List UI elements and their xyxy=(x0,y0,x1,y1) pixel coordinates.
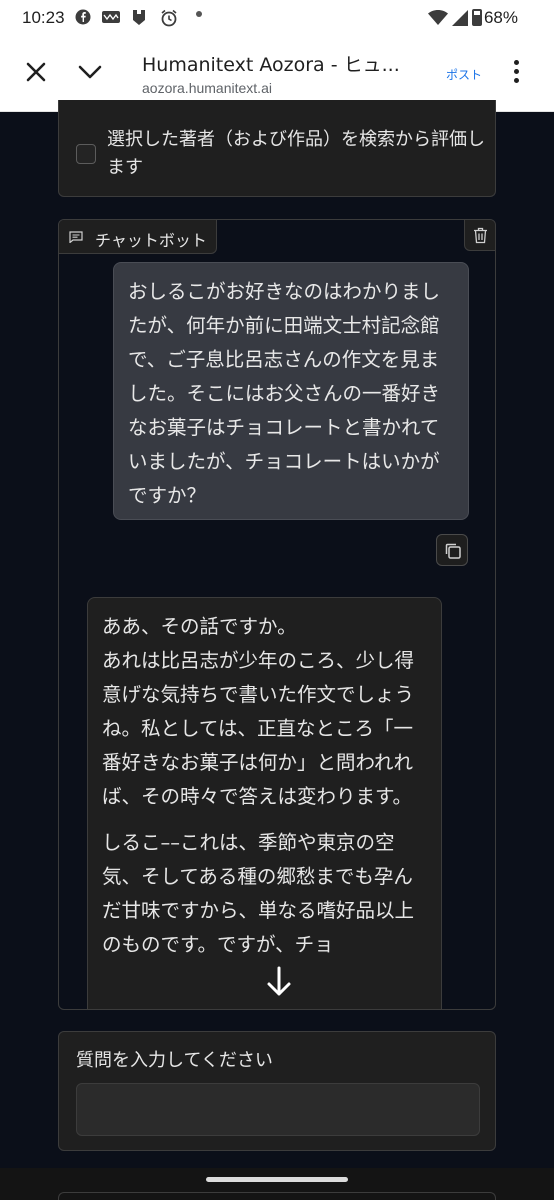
scroll-down-arrow-icon[interactable] xyxy=(264,965,294,999)
clear-chat-button[interactable] xyxy=(464,220,495,251)
page-title: Humanitext Aozora - ヒュ... xyxy=(142,54,400,76)
copy-button[interactable] xyxy=(436,534,468,566)
facebook-icon xyxy=(75,9,91,29)
chat-icon xyxy=(69,231,83,243)
shield-app-icon xyxy=(131,9,147,30)
bot-paragraph: ああ、その話ですか。 xyxy=(102,615,297,638)
question-panel: 質問を入力してください xyxy=(58,1031,496,1151)
question-label: 質問を入力してください xyxy=(76,1050,273,1071)
close-icon[interactable] xyxy=(22,58,50,86)
app-notification-icon xyxy=(101,9,121,29)
page-url: aozora.humanitext.ai xyxy=(142,80,272,96)
chevron-down-icon[interactable] xyxy=(74,60,106,84)
copy-icon xyxy=(445,543,461,559)
bot-paragraph: しるこ––これは、季節や東京の空気、そしてある種の郷愁までも孕んだ甘味ですから、… xyxy=(102,831,415,956)
trash-icon xyxy=(474,227,487,244)
signal-icon xyxy=(452,10,468,26)
next-card-edge xyxy=(58,1192,496,1200)
bot-message: ああ、その話ですか。 あれは比呂志が少年のころ、少し得意げな気持ちで書いた作文で… xyxy=(87,597,442,1009)
author-filter-checkbox[interactable] xyxy=(76,144,96,164)
status-bar: 10:23 68% xyxy=(0,0,554,36)
bot-paragraph: あれは比呂志が少年のころ、少し得意げな気持ちで書いた作文でしょうね。私としては、… xyxy=(102,649,415,808)
chatbot-panel: チャットボット おしるこがお好きなのはわかりましたが、何年か前に田端文士村記念館… xyxy=(58,219,496,1010)
post-button[interactable]: ポスト xyxy=(446,66,482,83)
chatbot-tab-label: チャットボット xyxy=(95,231,207,250)
user-message: おしるこがお好きなのはわかりましたが、何年か前に田端文士村記念館で、ご子息比呂志… xyxy=(113,262,469,520)
author-filter-label: 選択した著者（および作品）を検索から評価します xyxy=(107,129,485,178)
more-options-icon[interactable] xyxy=(510,60,522,86)
alarm-icon xyxy=(160,9,178,31)
question-input[interactable] xyxy=(76,1083,480,1136)
bottom-bar xyxy=(0,1168,554,1200)
filter-panel: 選択した著者（および作品）を検索から評価します xyxy=(58,100,496,197)
status-time: 10:23 xyxy=(22,8,65,27)
battery-icon xyxy=(472,9,482,26)
chatbot-tab: チャットボット xyxy=(59,220,217,254)
more-notifications-dot xyxy=(196,11,202,17)
battery-percent: 68% xyxy=(483,8,518,27)
gesture-handle[interactable] xyxy=(206,1177,348,1182)
wifi-icon xyxy=(428,10,448,25)
